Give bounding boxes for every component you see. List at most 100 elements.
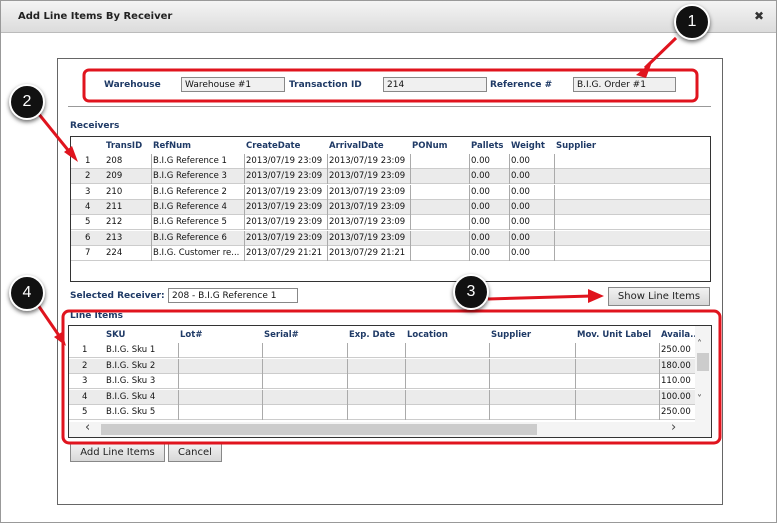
table-cell: 6 — [85, 232, 91, 243]
horizontal-scrollbar-thumb[interactable] — [101, 424, 537, 435]
table-cell: B.I.G Reference 5 — [153, 217, 227, 228]
table-cell: 0.00 — [471, 217, 490, 228]
table-cell — [554, 231, 710, 246]
table-cell: 2013/07/19 23:09 — [246, 186, 323, 197]
table-cell — [405, 343, 489, 358]
table-cell: B.I.G. Sku 1 — [106, 345, 156, 355]
column-header[interactable] — [83, 139, 104, 154]
table-cell: 0.00 — [511, 217, 530, 228]
table-cell: 0.00 — [511, 247, 530, 258]
chevron-right-icon[interactable]: › — [671, 420, 676, 435]
table-cell: B.I.G Reference 6 — [153, 232, 227, 243]
table-cell: 2013/07/19 23:09 — [329, 186, 406, 197]
table-cell: B.I.G Reference 2 — [153, 186, 227, 197]
column-header[interactable]: PONum — [410, 139, 469, 154]
table-cell: 224 — [106, 247, 123, 258]
warehouse-field[interactable]: Warehouse #1 — [181, 77, 285, 92]
table-cell: 7 — [85, 247, 91, 258]
table-cell: 2013/07/19 23:09 — [329, 217, 406, 228]
close-icon[interactable]: ✖ — [754, 9, 764, 23]
chevron-down-icon[interactable]: ˅ — [697, 394, 702, 405]
annotation-marker-2: 2 — [9, 84, 45, 120]
table-cell — [347, 343, 405, 358]
table-cell — [410, 169, 469, 184]
table-cell: 208 — [106, 156, 123, 166]
table-cell — [575, 374, 659, 389]
column-header[interactable]: TransID — [104, 139, 151, 154]
add-line-items-button[interactable]: Add Line Items — [70, 443, 165, 462]
table-row[interactable]: 4 B.I.G. Sku 4 100.00 — [69, 389, 695, 405]
table-cell: B.I.G Reference 4 — [153, 201, 227, 212]
table-cell — [262, 359, 347, 374]
table-row[interactable]: 1 208 B.I.G Reference 1 2013/07/19 23:09 201… — [71, 154, 710, 169]
table-cell — [405, 374, 489, 389]
table-row[interactable]: 2 B.I.G. Sku 2 180.00 — [69, 358, 695, 374]
table-cell — [554, 185, 710, 200]
chevron-up-icon[interactable]: ˄ — [697, 339, 702, 350]
chevron-left-icon[interactable]: ‹ — [85, 420, 90, 435]
annotation-marker-4: 4 — [9, 275, 45, 311]
table-cell: B.I.G. Sku 4 — [106, 391, 156, 402]
table-cell: 5 — [85, 217, 91, 228]
table-cell: B.I.G Reference 3 — [153, 171, 227, 182]
table-cell: 0.00 — [511, 232, 530, 243]
table-cell: 0.00 — [471, 156, 490, 166]
cancel-button[interactable]: Cancel — [168, 443, 222, 462]
column-header[interactable]: Location — [405, 328, 489, 343]
annotation-marker-1: 1 — [674, 4, 710, 40]
column-header[interactable]: Serial# — [262, 328, 347, 343]
selected-receiver-field[interactable]: 208 - B.I.G Reference 1 — [168, 288, 298, 303]
table-cell: 213 — [106, 232, 123, 243]
table-cell — [554, 200, 710, 215]
reference-field[interactable]: B.I.G. Order #1 — [573, 77, 676, 92]
column-header[interactable]: Pallets — [469, 139, 509, 154]
show-line-items-button[interactable]: Show Line Items — [608, 287, 710, 306]
table-cell: 2013/07/19 23:09 — [329, 156, 406, 166]
transaction-id-field[interactable]: 214 — [383, 77, 487, 92]
scrollbar-thumb[interactable] — [697, 353, 709, 371]
column-header[interactable]: CreateDate — [244, 139, 327, 154]
table-row[interactable]: 5 B.I.G. Sku 5 250.00 — [69, 405, 695, 420]
table-cell: 2013/07/29 21:21 — [329, 247, 406, 258]
column-header[interactable]: Weight — [509, 139, 554, 154]
column-header[interactable]: Exp. Date — [347, 328, 405, 343]
table-cell — [554, 169, 710, 184]
table-cell: 0.00 — [511, 201, 530, 212]
column-header[interactable]: Lot# — [178, 328, 262, 343]
table-cell: 212 — [106, 217, 123, 228]
table-row[interactable]: 7 224 B.I.G. Customer re... 2013/07/29 21:2… — [71, 245, 710, 261]
column-header[interactable]: Supplier — [489, 328, 575, 343]
table-row[interactable]: 2 209 B.I.G Reference 3 2013/07/19 23:09 201… — [71, 169, 710, 185]
table-cell — [405, 405, 489, 420]
table-cell: B.I.G. Sku 5 — [106, 407, 156, 417]
table-cell — [347, 374, 405, 389]
table-row[interactable]: 4 211 B.I.G Reference 4 2013/07/19 23:09 201… — [71, 199, 710, 215]
table-cell — [489, 359, 575, 374]
divider — [68, 106, 711, 107]
annotation-marker-3: 3 — [453, 274, 489, 310]
table-row[interactable]: 1 B.I.G. Sku 1 250.00 — [69, 343, 695, 358]
table-cell — [410, 231, 469, 246]
transaction-id-label: Transaction ID — [289, 80, 362, 90]
table-cell — [410, 246, 469, 261]
table-cell: 250.00 — [661, 345, 691, 355]
table-row[interactable]: 6 213 B.I.G Reference 6 2013/07/19 23:09 201… — [71, 230, 710, 246]
table-cell: 2013/07/29 21:21 — [246, 247, 323, 258]
table-row[interactable]: 5 212 B.I.G Reference 5 2013/07/19 23:09 201… — [71, 215, 710, 231]
table-cell — [554, 154, 710, 169]
column-header[interactable]: Mov. Unit Label — [575, 328, 659, 343]
table-row[interactable]: 3 B.I.G. Sku 3 110.00 — [69, 374, 695, 389]
table-cell — [262, 405, 347, 420]
column-header[interactable]: RefNum — [151, 139, 244, 154]
column-header[interactable]: ArrivalDate — [327, 139, 410, 154]
table-row[interactable]: 3 210 B.I.G Reference 2 2013/07/19 23:09 201… — [71, 184, 710, 200]
table-cell: 1 — [82, 345, 88, 355]
column-header[interactable] — [80, 328, 104, 343]
column-header[interactable]: SKU — [104, 328, 178, 343]
table-cell — [575, 405, 659, 420]
table-cell — [575, 343, 659, 358]
column-header[interactable]: Availa... — [659, 328, 695, 343]
table-cell: 100.00 — [661, 391, 691, 402]
table-cell: 210 — [106, 186, 123, 197]
column-header[interactable]: Supplier — [554, 139, 710, 154]
